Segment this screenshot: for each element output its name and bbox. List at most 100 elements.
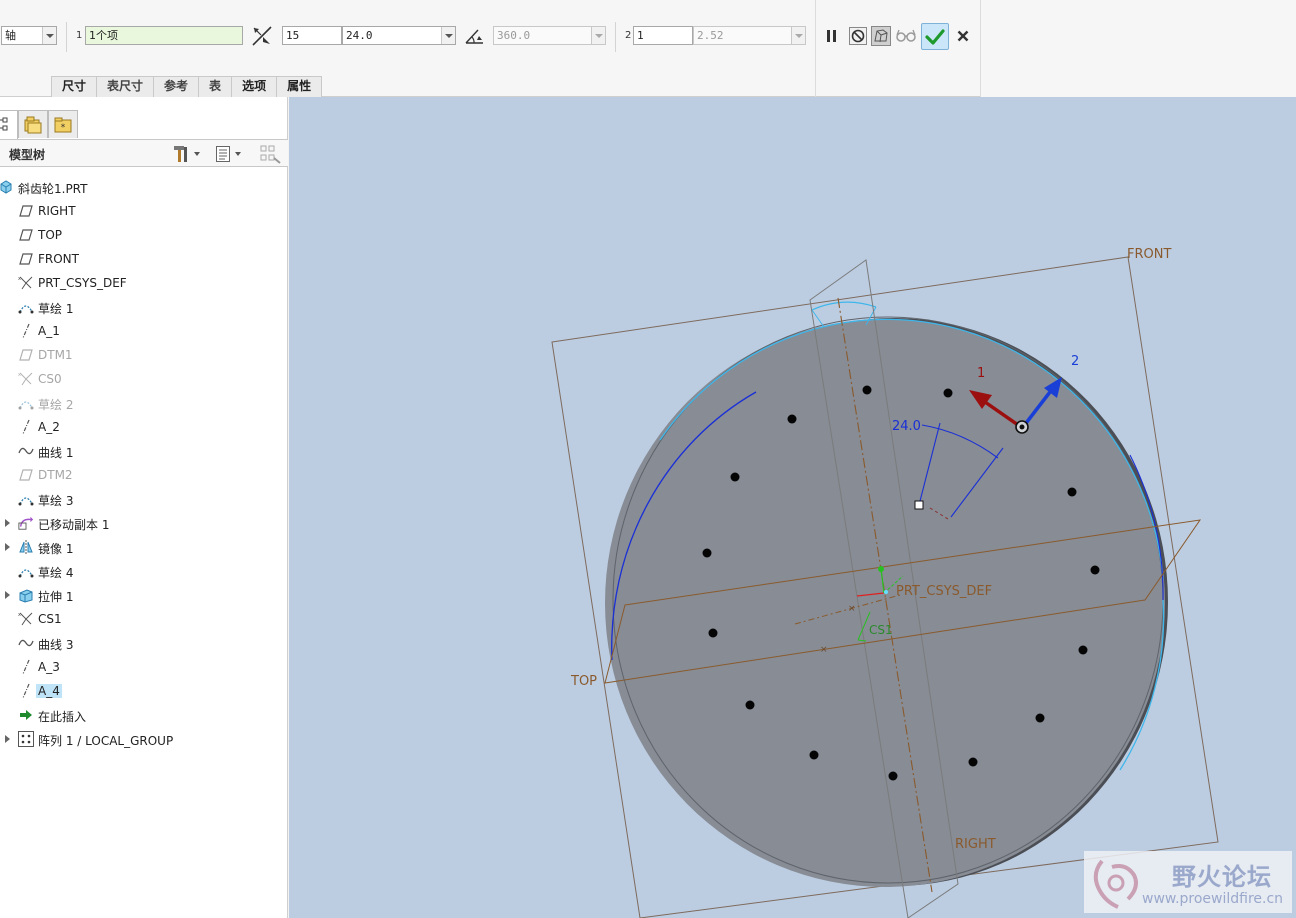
tab-tables[interactable]: 表 <box>198 76 233 97</box>
tree-item-label: 草绘 1 <box>38 302 74 316</box>
angle-extent-combo[interactable]: 360.0 <box>493 26 606 45</box>
tree-item[interactable]: 草绘 1 <box>0 295 288 319</box>
pause-icon[interactable] <box>821 25 843 47</box>
curve-icon <box>18 635 34 651</box>
pattern-member-dot[interactable] <box>1035 713 1045 723</box>
verify-preview-icon[interactable] <box>870 25 892 47</box>
angle-increment-combo[interactable]: 24.0 <box>342 26 456 45</box>
tree-item[interactable]: 曲线 3 <box>0 631 288 655</box>
tree-item[interactable]: 斜齿轮1.PRT <box>0 175 288 199</box>
tab-model-tree[interactable] <box>0 110 18 139</box>
pattern-member-dot[interactable] <box>708 628 718 638</box>
tree-filter-button[interactable] <box>260 144 282 164</box>
tree-item[interactable]: A_1 <box>0 319 288 343</box>
pattern-member-dot[interactable] <box>787 414 797 424</box>
tree-item[interactable]: 在此插入 <box>0 703 288 727</box>
pattern-member-dot[interactable] <box>702 548 712 558</box>
curve-icon <box>18 443 34 459</box>
pattern-member-dot[interactable] <box>730 472 740 482</box>
tree-item-label: 曲线 1 <box>38 446 74 460</box>
tree-item[interactable]: x CS0 <box>0 367 288 391</box>
tree-item[interactable]: 已移动副本 1 <box>0 511 288 535</box>
tree-item[interactable]: x CS1 <box>0 607 288 631</box>
chevron-down-icon[interactable] <box>791 27 805 44</box>
drag-handle[interactable] <box>914 500 924 510</box>
tree-item-label: 草绘 2 <box>38 398 74 412</box>
watermark-url: www.proewildfire.cn <box>1142 891 1284 907</box>
pattern-member-dot[interactable] <box>745 700 755 710</box>
tree-item[interactable]: TOP <box>0 223 288 247</box>
cancel-x-button[interactable] <box>952 25 974 47</box>
pattern-type-select[interactable]: 轴 <box>1 26 57 45</box>
angle-extent-icon[interactable] <box>463 25 485 47</box>
axis-reference-collector[interactable]: 1个项 <box>85 26 243 45</box>
tree-item[interactable]: A_4 <box>0 679 288 703</box>
member-count-input[interactable]: 15 <box>282 26 342 45</box>
expand-arrow-icon[interactable] <box>5 591 10 599</box>
pattern-member-dot[interactable] <box>1067 487 1077 497</box>
forum-logo-icon <box>1093 859 1138 909</box>
chevron-down-icon[interactable] <box>42 27 56 44</box>
flip-direction-icon[interactable] <box>251 25 273 47</box>
chevron-down-icon[interactable] <box>441 27 455 44</box>
tree-item[interactable]: 草绘 4 <box>0 559 288 583</box>
tree-item[interactable]: 草绘 2 <box>0 391 288 415</box>
pattern-member-dot[interactable] <box>862 385 872 395</box>
tree-item[interactable]: DTM1 <box>0 343 288 367</box>
angle-dimension-value[interactable]: 24.0 <box>892 419 921 434</box>
csys-icon: x <box>18 275 34 291</box>
tab-favorites[interactable]: * <box>48 110 78 138</box>
graphics-canvas[interactable]: × × FRONT TOP RIGHT PRT_CSYS_DEF CS1 1 2… <box>289 97 1296 918</box>
tree-settings-button[interactable] <box>172 144 200 164</box>
tree-item[interactable]: 镜像 1 <box>0 535 288 559</box>
tree-item-label: 镜像 1 <box>38 542 74 556</box>
expand-arrow-icon[interactable] <box>5 519 10 527</box>
tree-columns-button[interactable] <box>215 144 241 164</box>
tree-item[interactable]: RIGHT <box>0 199 288 223</box>
expand-arrow-icon[interactable] <box>5 735 10 743</box>
tree-item[interactable]: A_2 <box>0 415 288 439</box>
tab-dimensions[interactable]: 尺寸 <box>51 76 98 97</box>
no-preview-icon[interactable] <box>847 25 869 47</box>
right-plane-label: RIGHT <box>955 837 996 852</box>
tab-folder-browser[interactable] <box>18 110 48 138</box>
tree-item[interactable]: 阵列 1 / LOCAL_GROUP <box>0 727 288 751</box>
axis-reference-value: 1个项 <box>89 29 118 42</box>
svg-text:x: x <box>18 372 21 378</box>
datum-plane-icon <box>18 467 34 483</box>
svg-text:*: * <box>61 123 66 133</box>
tree-item-label: DTM2 <box>38 468 73 482</box>
tree-item[interactable]: x PRT_CSYS_DEF <box>0 271 288 295</box>
direction2-label: 2 <box>1071 354 1079 369</box>
tab-table-dimensions[interactable]: 表尺寸 <box>96 76 155 97</box>
tab-options[interactable]: 选项 <box>231 76 278 97</box>
graphics-window[interactable]: × × FRONT TOP RIGHT PRT_CSYS_DEF CS1 1 2… <box>289 97 1296 918</box>
tab-properties[interactable]: 属性 <box>276 76 323 97</box>
tree-item[interactable]: DTM2 <box>0 463 288 487</box>
model-tree: 斜齿轮1.PRT RIGHT TOP FRONT x PRT_CSYS_DEF 草绘 1 A_… <box>0 175 288 751</box>
tree-item[interactable]: 曲线 1 <box>0 439 288 463</box>
expand-arrow-icon[interactable] <box>5 543 10 551</box>
datum-plane-icon <box>18 251 34 267</box>
pattern-member-dot[interactable] <box>888 771 898 781</box>
pattern-member-dot[interactable] <box>809 750 819 760</box>
sketch-icon <box>18 395 34 411</box>
dir2-increment-combo[interactable]: 2.52 <box>693 26 806 45</box>
tree-item[interactable]: 草绘 3 <box>0 487 288 511</box>
dir2-count-input[interactable]: 1 <box>633 26 693 45</box>
pattern-member-dot[interactable] <box>968 757 978 767</box>
tree-item[interactable]: 拉伸 1 <box>0 583 288 607</box>
chevron-down-icon[interactable] <box>591 27 605 44</box>
ok-checkmark-button[interactable] <box>921 23 949 50</box>
svg-text:x: x <box>18 276 21 282</box>
tree-item[interactable]: FRONT <box>0 247 288 271</box>
pattern-member-dot[interactable] <box>1090 565 1100 575</box>
tree-item[interactable]: A_3 <box>0 655 288 679</box>
pattern-member-dot[interactable] <box>943 388 953 398</box>
part-icon <box>0 179 14 195</box>
tab-references[interactable]: 参考 <box>153 76 200 97</box>
pattern-member-dot[interactable] <box>1078 645 1088 655</box>
direction1-label: 1 <box>977 366 985 381</box>
tree-item-label: A_3 <box>38 660 60 674</box>
glasses-preview-icon[interactable] <box>895 25 917 47</box>
